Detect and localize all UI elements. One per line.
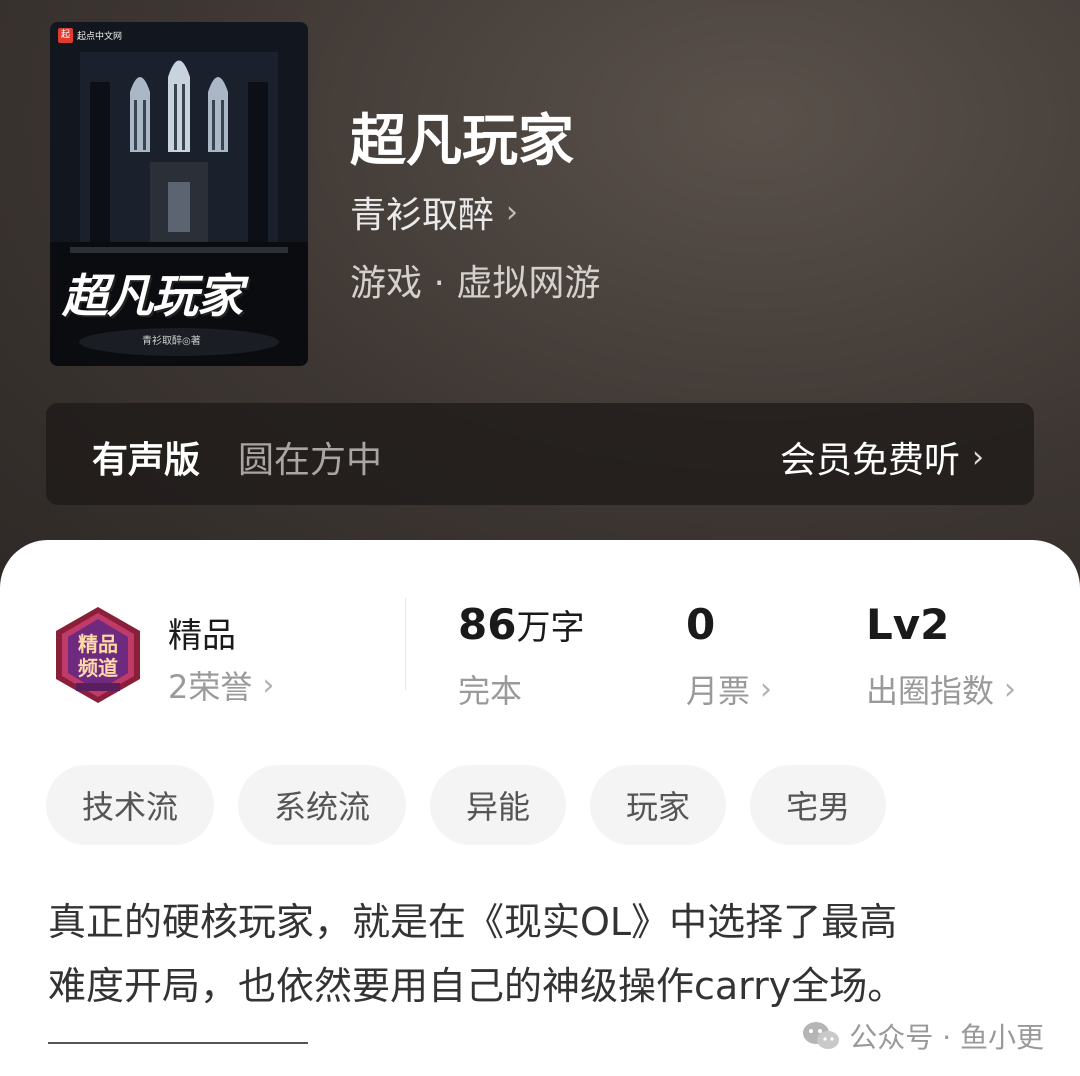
honors-count: 2荣誉 <box>168 668 253 706</box>
wechat-icon <box>803 1022 840 1049</box>
chevron-right-icon: › <box>262 667 275 703</box>
influence-index-label: 出圈指数 <box>866 672 995 710</box>
chevron-right-icon: › <box>506 194 519 230</box>
influence-level-value: Lv2 <box>866 600 950 649</box>
tag-list: 技术流 系统流 异能 玩家 宅男 <box>46 765 887 845</box>
monthly-tickets-label: 月票 <box>686 672 751 710</box>
completion-status: 完本 <box>458 672 523 710</box>
free-listen-button[interactable]: 会员免费听 › <box>780 431 984 483</box>
cover-author: 青衫取醉◎著 <box>142 336 201 347</box>
separator-line <box>48 1042 308 1044</box>
chevron-right-icon: › <box>972 439 984 475</box>
free-listen-label: 会员免费听 <box>779 440 960 481</box>
description-line: 难度开局，也依然要用自己的神级操作carry全场。 <box>48 964 906 1008</box>
quality-label: 精品 <box>168 616 236 656</box>
book-title: 超凡玩家 <box>350 108 574 174</box>
tag-chip[interactable]: 系统流 <box>238 765 407 845</box>
audio-narrator: 圆在方中 <box>238 440 383 481</box>
book-description: 真正的硬核玩家，就是在《现实OL》中选择了最高 难度开局，也依然要用自己的神级操… <box>48 890 1048 1018</box>
monthly-tickets-link[interactable]: 月票 › <box>686 666 772 712</box>
svg-text:频道: 频道 <box>78 656 118 680</box>
cover-title: 超凡玩家 <box>62 269 243 323</box>
honors-link[interactable]: 2荣誉 › <box>168 662 274 708</box>
tag-chip[interactable]: 玩家 <box>590 765 727 845</box>
word-count-value: 86 <box>458 600 517 649</box>
chevron-right-icon: › <box>1004 671 1017 707</box>
watermark: 公众号 · 鱼小更 <box>801 1016 1044 1056</box>
author-link[interactable]: 青衫取醉 › <box>350 186 518 238</box>
premium-channel-badge-icon[interactable]: 精品 频道 <box>48 605 148 705</box>
monthly-tickets-value: 0 <box>686 600 716 649</box>
svg-text:精品: 精品 <box>78 632 118 656</box>
author-name: 青衫取醉 <box>350 195 495 236</box>
cover-brand-text: 起点中文网 <box>77 32 123 42</box>
audio-edition-label: 有声版 <box>92 440 201 481</box>
watermark-text: 公众号 · 鱼小更 <box>849 1021 1044 1054</box>
book-genre: 游戏 · 虚拟网游 <box>350 263 601 304</box>
description-line: 真正的硬核玩家，就是在《现实OL》中选择了最高 <box>48 900 898 944</box>
word-count-unit: 万字 <box>516 608 585 648</box>
tag-chip[interactable]: 技术流 <box>46 765 215 845</box>
qidian-logo-icon: 起 <box>58 28 73 43</box>
word-count: 86万字 <box>458 600 584 649</box>
tag-chip[interactable]: 异能 <box>430 765 567 845</box>
cover-brand: 起 起点中文网 <box>58 28 122 43</box>
stats-divider <box>405 598 406 690</box>
influence-index-link[interactable]: 出圈指数 › <box>866 666 1016 712</box>
tag-chip[interactable]: 宅男 <box>750 765 887 845</box>
chevron-right-icon: › <box>760 671 773 707</box>
book-cover[interactable]: 起 起点中文网 超凡玩家 青衫取醉◎著 <box>50 22 308 366</box>
audio-edition-bar[interactable]: 有声版 圆在方中 会员免费听 › <box>46 403 1034 505</box>
